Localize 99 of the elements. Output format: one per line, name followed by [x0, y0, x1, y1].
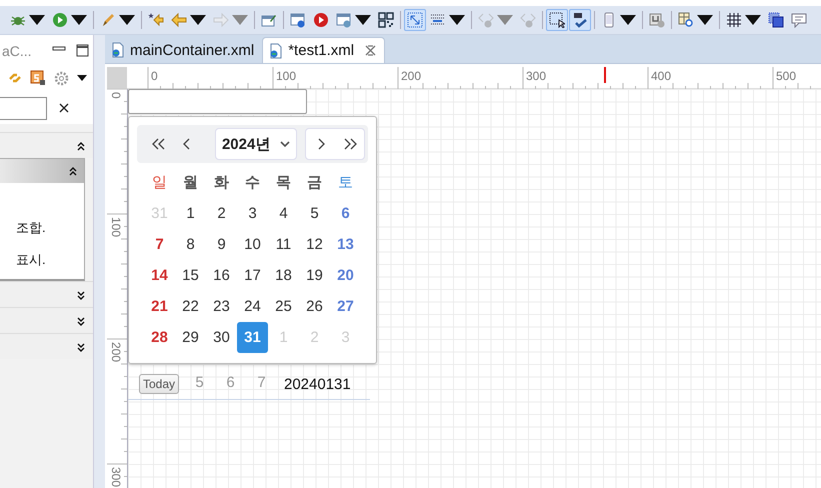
clear-icon[interactable] [59, 103, 69, 113]
calendar-day[interactable]: 15 [175, 260, 206, 291]
description-text: 표시. [16, 251, 47, 269]
calendar-day[interactable]: 3 [237, 198, 268, 229]
calendar-day[interactable]: 9 [206, 229, 237, 260]
editor-tab[interactable]: mainContainer.xml [105, 37, 262, 63]
window-run-icon [290, 12, 306, 28]
calendar-day[interactable]: 16 [206, 260, 237, 291]
calendar-day[interactable]: 18 [268, 260, 299, 291]
expand-icon[interactable] [77, 316, 85, 326]
ruler-label: 200 [401, 69, 422, 83]
expand-icon[interactable] [77, 342, 85, 352]
weekday-label: 목 [275, 173, 292, 193]
ruler-label: 500 [776, 69, 796, 83]
calendar-day[interactable]: 5 [299, 198, 330, 229]
weekday-label: 월 [182, 173, 199, 193]
calendar-day[interactable]: 27 [330, 291, 361, 322]
id-check-icon [572, 12, 588, 28]
document-icon[interactable] [30, 70, 46, 86]
back-arrow-icon [171, 12, 187, 28]
ruler-label: 400 [651, 69, 672, 83]
ruler-label: 300 [109, 467, 123, 488]
chevron-right-icon [316, 138, 324, 150]
calendar-day[interactable]: 14 [144, 260, 175, 291]
table-search-icon [678, 12, 694, 28]
weekday-label: 일 [151, 173, 168, 193]
collapse-icon[interactable] [69, 166, 77, 176]
selection-cursor-icon [549, 12, 565, 28]
calendar-day[interactable]: 30 [206, 322, 237, 353]
weekday-label: 토 [337, 173, 354, 193]
calendar-day[interactable]: 7 [144, 229, 175, 260]
calendar-day[interactable]: 20 [330, 260, 361, 291]
u-plus-icon [649, 12, 665, 28]
ruler-label: 0 [151, 69, 158, 83]
xml-file-icon [269, 42, 284, 58]
settings-icon[interactable] [54, 70, 69, 86]
calendar-day[interactable]: 13 [330, 229, 361, 260]
ruler-label: 100 [109, 217, 123, 238]
calendar-day[interactable]: 19 [299, 260, 330, 291]
description-text: 조합. [16, 219, 47, 237]
faded-day: 6 [215, 374, 246, 391]
forward-arrow-icon [213, 12, 229, 28]
calendar-day[interactable]: 10 [237, 229, 268, 260]
year-select[interactable]: 2024년 [214, 128, 297, 160]
code-c-icon [478, 12, 494, 28]
xml-file-icon [111, 42, 125, 58]
chevron-down-icon [280, 141, 290, 147]
weekday-label: 화 [213, 173, 230, 193]
calendar-day[interactable]: 11 [268, 229, 299, 260]
today-button[interactable]: Today [139, 374, 180, 394]
toolbar-button[interactable] [546, 9, 568, 31]
grid-icon [726, 12, 742, 28]
window-pen-icon [261, 12, 277, 28]
calendar-day[interactable]: 4 [268, 198, 299, 229]
faded-day: 7 [246, 374, 277, 391]
calendar-day[interactable]: 6 [330, 198, 361, 229]
weekday-label: 수 [244, 173, 261, 193]
record-icon [313, 12, 329, 28]
ruler-label: 0 [109, 92, 123, 99]
calendar-day[interactable]: 24 [237, 291, 268, 322]
calendar-day[interactable]: 17 [237, 260, 268, 291]
double-chevron-right-icon [342, 138, 356, 150]
weekday-label: 금 [306, 173, 323, 193]
chevron-left-icon [182, 138, 191, 150]
play-icon [52, 12, 68, 28]
faded-day: 5 [184, 374, 215, 391]
expand-icon[interactable] [77, 290, 85, 300]
pen-icon [100, 12, 116, 28]
calendar-day[interactable]: 8 [175, 229, 206, 260]
qr-code-icon [378, 12, 394, 28]
date-input-field[interactable] [128, 89, 307, 114]
maximize-icon[interactable] [76, 44, 89, 57]
layers-icon [768, 12, 784, 28]
calendar-day[interactable]: 25 [268, 291, 299, 322]
resize-frame-icon [407, 12, 423, 28]
calendar-day[interactable]: 29 [175, 322, 206, 353]
calendar-day[interactable]: 22 [175, 291, 206, 322]
ruler-label: 200 [109, 342, 123, 362]
collapse-icon[interactable] [77, 140, 85, 150]
toolbar-button[interactable] [569, 9, 591, 31]
comment-icon [791, 12, 807, 28]
calendar-day[interactable]: 21 [144, 291, 175, 322]
calendar-day[interactable]: 1 [175, 198, 206, 229]
date-value: 20240131 [284, 376, 351, 393]
calendar-day[interactable]: 28 [144, 322, 175, 353]
window-globe-icon [336, 12, 352, 28]
filter-field[interactable] [0, 96, 47, 120]
ruler-label: 100 [276, 69, 296, 83]
code-v-icon [520, 12, 536, 28]
calendar-day[interactable]: 26 [299, 291, 330, 322]
close-icon[interactable] [365, 45, 376, 56]
dropdown-caret-icon[interactable] [77, 75, 87, 81]
double-chevron-left-icon [152, 138, 166, 150]
calendar-day[interactable]: 23 [206, 291, 237, 322]
calendar-day[interactable]: 2 [206, 198, 237, 229]
star-arrow-icon [148, 12, 164, 28]
calendar-day[interactable]: 12 [299, 229, 330, 260]
ruler-label: 300 [526, 69, 546, 83]
editor-tab[interactable]: *test1.xml [262, 37, 386, 63]
